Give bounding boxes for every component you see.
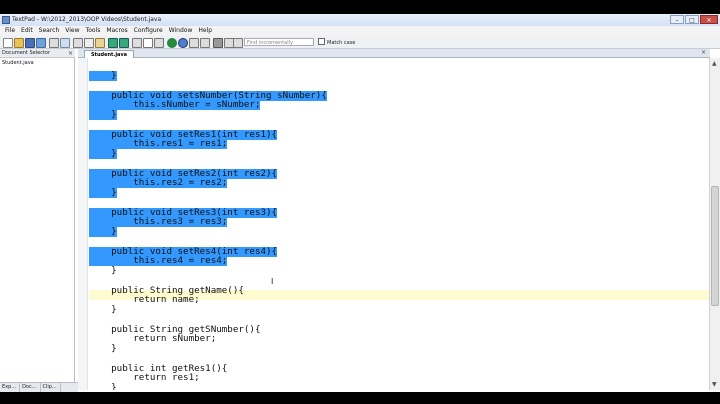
maximize-button[interactable]: □ <box>685 15 699 24</box>
tab-document-selector[interactable]: Doc... <box>20 383 41 392</box>
run-tool-icon[interactable] <box>167 38 177 48</box>
cut-icon[interactable] <box>73 38 83 48</box>
code-text: } <box>89 382 117 391</box>
editor-gutter <box>78 58 88 390</box>
menu-bar: File Edit Search View Tools Macros Confi… <box>0 26 720 36</box>
help-icon[interactable] <box>233 38 243 48</box>
tools-icon[interactable] <box>189 38 199 48</box>
document-selector-header: Document Selector × <box>0 49 75 58</box>
code-text: } <box>89 343 117 354</box>
selected-code-text: } <box>89 148 117 159</box>
save-icon[interactable] <box>25 38 35 48</box>
redo-icon[interactable] <box>119 38 129 48</box>
toolbar: Find incrementally Match case <box>0 36 720 49</box>
code-line: } <box>89 344 117 354</box>
match-case-checkbox[interactable]: Match case <box>318 38 355 47</box>
selected-code-text: } <box>89 187 117 198</box>
title-bar: TextPad - W:\2012_2013\OOP Videos\Studen… <box>0 14 720 26</box>
close-button[interactable]: ✕ <box>700 15 718 24</box>
document-list-item[interactable]: Student.java <box>2 60 34 66</box>
compile-icon[interactable] <box>178 38 188 48</box>
save-all-icon[interactable] <box>36 38 46 48</box>
find-icon[interactable] <box>143 38 153 48</box>
code-line: } <box>89 227 117 237</box>
scrollbar-thumb[interactable] <box>711 186 719 306</box>
menu-edit[interactable]: Edit <box>18 26 36 36</box>
menu-file[interactable]: File <box>2 26 18 36</box>
textpad-window: TextPad - W:\2012_2013\OOP Videos\Studen… <box>0 14 720 392</box>
print-preview-icon[interactable] <box>60 38 70 48</box>
minimize-button[interactable]: – <box>670 15 684 24</box>
code-editor[interactable]: } public void setsNumber(String sNumber)… <box>89 58 709 390</box>
copy-icon[interactable] <box>84 38 94 48</box>
code-line: } <box>89 382 117 391</box>
new-file-icon[interactable] <box>3 38 13 48</box>
window-title: TextPad - W:\2012_2013\OOP Videos\Studen… <box>12 16 162 23</box>
scroll-up-icon[interactable]: ▲ <box>712 60 717 67</box>
code-line: } <box>89 266 117 276</box>
menu-view[interactable]: View <box>62 26 82 36</box>
vertical-scrollbar[interactable]: ▲ ▼ <box>709 58 720 390</box>
textpad-app-icon <box>2 16 10 24</box>
find-incrementally-input[interactable]: Find incrementally <box>244 38 314 46</box>
window-controls: – □ ✕ <box>670 15 718 25</box>
code-text: } <box>89 265 117 276</box>
menu-window[interactable]: Window <box>166 26 196 36</box>
undo-icon[interactable] <box>108 38 118 48</box>
paste-icon[interactable] <box>95 38 105 48</box>
tab-clip-library[interactable]: Clip... <box>41 383 61 392</box>
selected-code-text: } <box>89 70 117 81</box>
document-selector-panel: Student.java <box>0 58 75 383</box>
code-line: } <box>89 110 117 120</box>
code-line: } <box>89 305 117 315</box>
record-macro-icon[interactable] <box>213 38 223 48</box>
close-icon[interactable]: × <box>68 49 73 58</box>
checkbox-icon <box>318 38 325 45</box>
selected-code-text: } <box>89 109 117 120</box>
settings-icon[interactable] <box>200 38 210 48</box>
text-cursor-icon: I <box>271 277 274 286</box>
replace-icon[interactable] <box>154 38 164 48</box>
match-case-label: Match case <box>327 40 356 46</box>
code-text: } <box>89 304 117 315</box>
menu-macros[interactable]: Macros <box>103 26 130 36</box>
code-line: } <box>89 149 117 159</box>
document-tab-strip: Student.java × <box>78 49 710 58</box>
tab-student-java[interactable]: Student.java <box>84 50 134 58</box>
close-tab-icon[interactable]: × <box>701 49 706 56</box>
side-panel-tabs: Exp... Doc... Clip... <box>0 382 78 392</box>
code-line: } <box>89 188 117 198</box>
menu-tools[interactable]: Tools <box>83 26 104 36</box>
document-selector-title: Document Selector <box>2 50 51 56</box>
tab-explorer[interactable]: Exp... <box>0 383 21 392</box>
selected-code-text: } <box>89 226 117 237</box>
menu-configure[interactable]: Configure <box>131 26 166 36</box>
spell-check-icon[interactable] <box>132 38 142 48</box>
open-folder-icon[interactable] <box>14 38 24 48</box>
menu-help[interactable]: Help <box>195 26 215 36</box>
code-line: } <box>89 71 117 81</box>
scroll-down-icon[interactable]: ▼ <box>712 381 717 388</box>
menu-search[interactable]: Search <box>36 26 63 36</box>
print-icon[interactable] <box>49 38 59 48</box>
